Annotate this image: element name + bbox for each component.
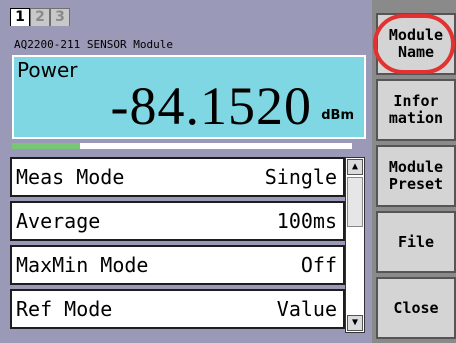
power-level-fill	[12, 143, 80, 149]
setting-label: Average	[16, 209, 101, 233]
power-label: Power	[17, 58, 78, 82]
setting-row-maxmin-mode[interactable]: MaxMin Mode Off	[10, 245, 345, 285]
settings-list: Meas Mode Single Average 100ms MaxMin Mo…	[10, 157, 345, 333]
power-display: Power -84.1520 dBm	[12, 55, 366, 139]
setting-value: Off	[300, 253, 337, 277]
module-title: AQ2200-211 SENSOR Module	[14, 38, 173, 51]
tab-1[interactable]: 1	[10, 8, 30, 26]
module-tabs: 1 2 3	[10, 8, 70, 26]
setting-value: Single	[264, 165, 337, 189]
power-unit: dBm	[321, 108, 354, 123]
scroll-thumb[interactable]	[347, 177, 363, 227]
power-value: -84.1520	[110, 76, 312, 136]
setting-value: 100ms	[276, 209, 337, 233]
scroll-up-icon[interactable]: ▲	[347, 159, 363, 175]
close-button[interactable]: Close	[376, 277, 456, 339]
setting-row-meas-mode[interactable]: Meas Mode Single	[10, 157, 345, 197]
softkey-panel: Module Name Infor mation Module Preset F…	[372, 0, 456, 343]
information-button[interactable]: Infor mation	[376, 79, 456, 141]
module-name-button[interactable]: Module Name	[376, 13, 456, 75]
setting-label: Ref Mode	[16, 297, 113, 321]
tab-2[interactable]: 2	[30, 8, 50, 26]
setting-label: Meas Mode	[16, 165, 125, 189]
setting-value: Value	[276, 297, 337, 321]
tab-3[interactable]: 3	[50, 8, 70, 26]
settings-scrollbar[interactable]: ▲ ▼	[345, 157, 365, 333]
setting-row-ref-mode[interactable]: Ref Mode Value	[10, 289, 345, 329]
setting-row-average[interactable]: Average 100ms	[10, 201, 345, 241]
file-button[interactable]: File	[376, 211, 456, 273]
setting-label: MaxMin Mode	[16, 253, 149, 277]
scroll-down-icon[interactable]: ▼	[347, 315, 363, 331]
module-preset-button[interactable]: Module Preset	[376, 145, 456, 207]
main-panel: 1 2 3 AQ2200-211 SENSOR Module Power -84…	[0, 0, 372, 343]
power-level-bar	[12, 143, 352, 149]
